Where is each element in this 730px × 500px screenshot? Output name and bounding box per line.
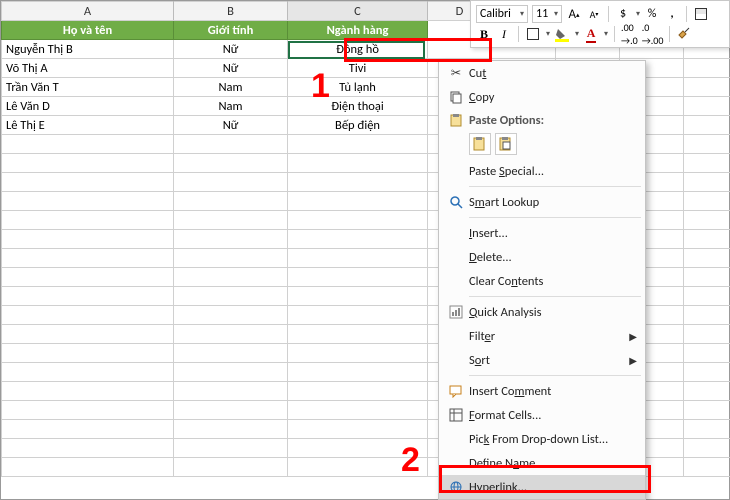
- menu-smart-lookup[interactable]: Smart Lookup: [439, 190, 645, 214]
- borders-button[interactable]: [525, 26, 541, 42]
- menu-define-name[interactable]: Define Name...: [439, 451, 645, 475]
- increase-font-icon[interactable]: A▴: [566, 6, 582, 22]
- menu-sort[interactable]: Sort▶: [439, 348, 645, 372]
- menu-cut[interactable]: ✂ Cut: [439, 61, 645, 85]
- copy-icon: [443, 90, 469, 104]
- menu-quick-analysis[interactable]: Quick Analysis: [439, 300, 645, 324]
- cell[interactable]: Lê Thị E: [2, 116, 174, 135]
- scissors-icon: ✂: [443, 65, 469, 81]
- comment-icon: [443, 384, 469, 398]
- percent-format-icon[interactable]: %: [644, 6, 660, 22]
- table-header-name[interactable]: Họ và tên: [2, 21, 174, 40]
- fill-color-button[interactable]: [554, 26, 570, 42]
- format-painter-icon[interactable]: [676, 26, 692, 42]
- search-icon: [443, 195, 469, 209]
- format-cells-icon: [443, 408, 469, 422]
- col-header-A[interactable]: A: [2, 2, 174, 21]
- context-menu: ✂ Cut Copy Paste Options: Paste Special.…: [438, 60, 646, 500]
- font-size-select[interactable]: 11▾: [532, 5, 562, 23]
- menu-pick-from-list[interactable]: Pick From Drop-down List...: [439, 427, 645, 451]
- menu-filter[interactable]: Filter▶: [439, 324, 645, 348]
- cell[interactable]: Võ Thị A: [2, 59, 174, 78]
- font-color-button[interactable]: A: [583, 26, 599, 42]
- hyperlink-icon: [443, 480, 469, 494]
- cell[interactable]: Nam: [174, 78, 288, 97]
- mini-toolbar: Calibri▾ 11▾ A▴ A▾ $ ▾ % , B I ▾ ▾ A▾ .0…: [470, 0, 730, 48]
- cell[interactable]: Trần Văn T: [2, 78, 174, 97]
- menu-clear-contents[interactable]: Clear Contents: [439, 269, 645, 293]
- menu-format-cells[interactable]: Format Cells...: [439, 403, 645, 427]
- menu-delete[interactable]: Delete...: [439, 245, 645, 269]
- cell[interactable]: Tủ lạnh: [288, 78, 428, 97]
- cell[interactable]: Nữ: [174, 59, 288, 78]
- paste-icon: [443, 113, 469, 127]
- cell[interactable]: Nguyễn Thị B: [2, 40, 174, 59]
- bold-button[interactable]: B: [476, 26, 492, 42]
- col-header-C[interactable]: C: [288, 2, 428, 21]
- table-header-branch[interactable]: Ngành hàng: [288, 21, 428, 40]
- table-format-icon[interactable]: [693, 6, 709, 22]
- menu-insert[interactable]: Insert...: [439, 221, 645, 245]
- menu-paste-special[interactable]: Paste Special...: [439, 159, 645, 183]
- paste-options-row: [439, 131, 645, 159]
- cell-selected[interactable]: Đồng hồ: [288, 40, 428, 59]
- decrease-decimal-icon[interactable]: .00→.0: [621, 26, 638, 42]
- cell[interactable]: Nữ: [174, 40, 288, 59]
- cell[interactable]: Nữ: [174, 116, 288, 135]
- table-header-gender[interactable]: Giới tính: [174, 21, 288, 40]
- increase-decimal-icon[interactable]: .0→.00: [642, 26, 664, 42]
- font-name-select[interactable]: Calibri▾: [476, 5, 528, 23]
- cell[interactable]: Điện thoại: [288, 97, 428, 116]
- cell[interactable]: Nam: [174, 97, 288, 116]
- italic-button[interactable]: I: [496, 26, 512, 42]
- menu-hyperlink[interactable]: Hyperlink...: [439, 475, 645, 499]
- paste-option-values[interactable]: [495, 133, 517, 155]
- col-header-B[interactable]: B: [174, 2, 288, 21]
- decrease-font-icon[interactable]: A▾: [586, 6, 602, 22]
- comma-format-icon[interactable]: ,: [664, 6, 680, 22]
- accounting-format-icon[interactable]: $: [615, 6, 631, 22]
- cell[interactable]: Lê Văn D: [2, 97, 174, 116]
- menu-copy[interactable]: Copy: [439, 85, 645, 109]
- quick-analysis-icon: [443, 305, 469, 319]
- cell[interactable]: Bếp điện: [288, 116, 428, 135]
- menu-paste-options-header: Paste Options:: [439, 109, 645, 131]
- menu-insert-comment[interactable]: Insert Comment: [439, 379, 645, 403]
- paste-option-default[interactable]: [469, 133, 491, 155]
- cell[interactable]: Tivi: [288, 59, 428, 78]
